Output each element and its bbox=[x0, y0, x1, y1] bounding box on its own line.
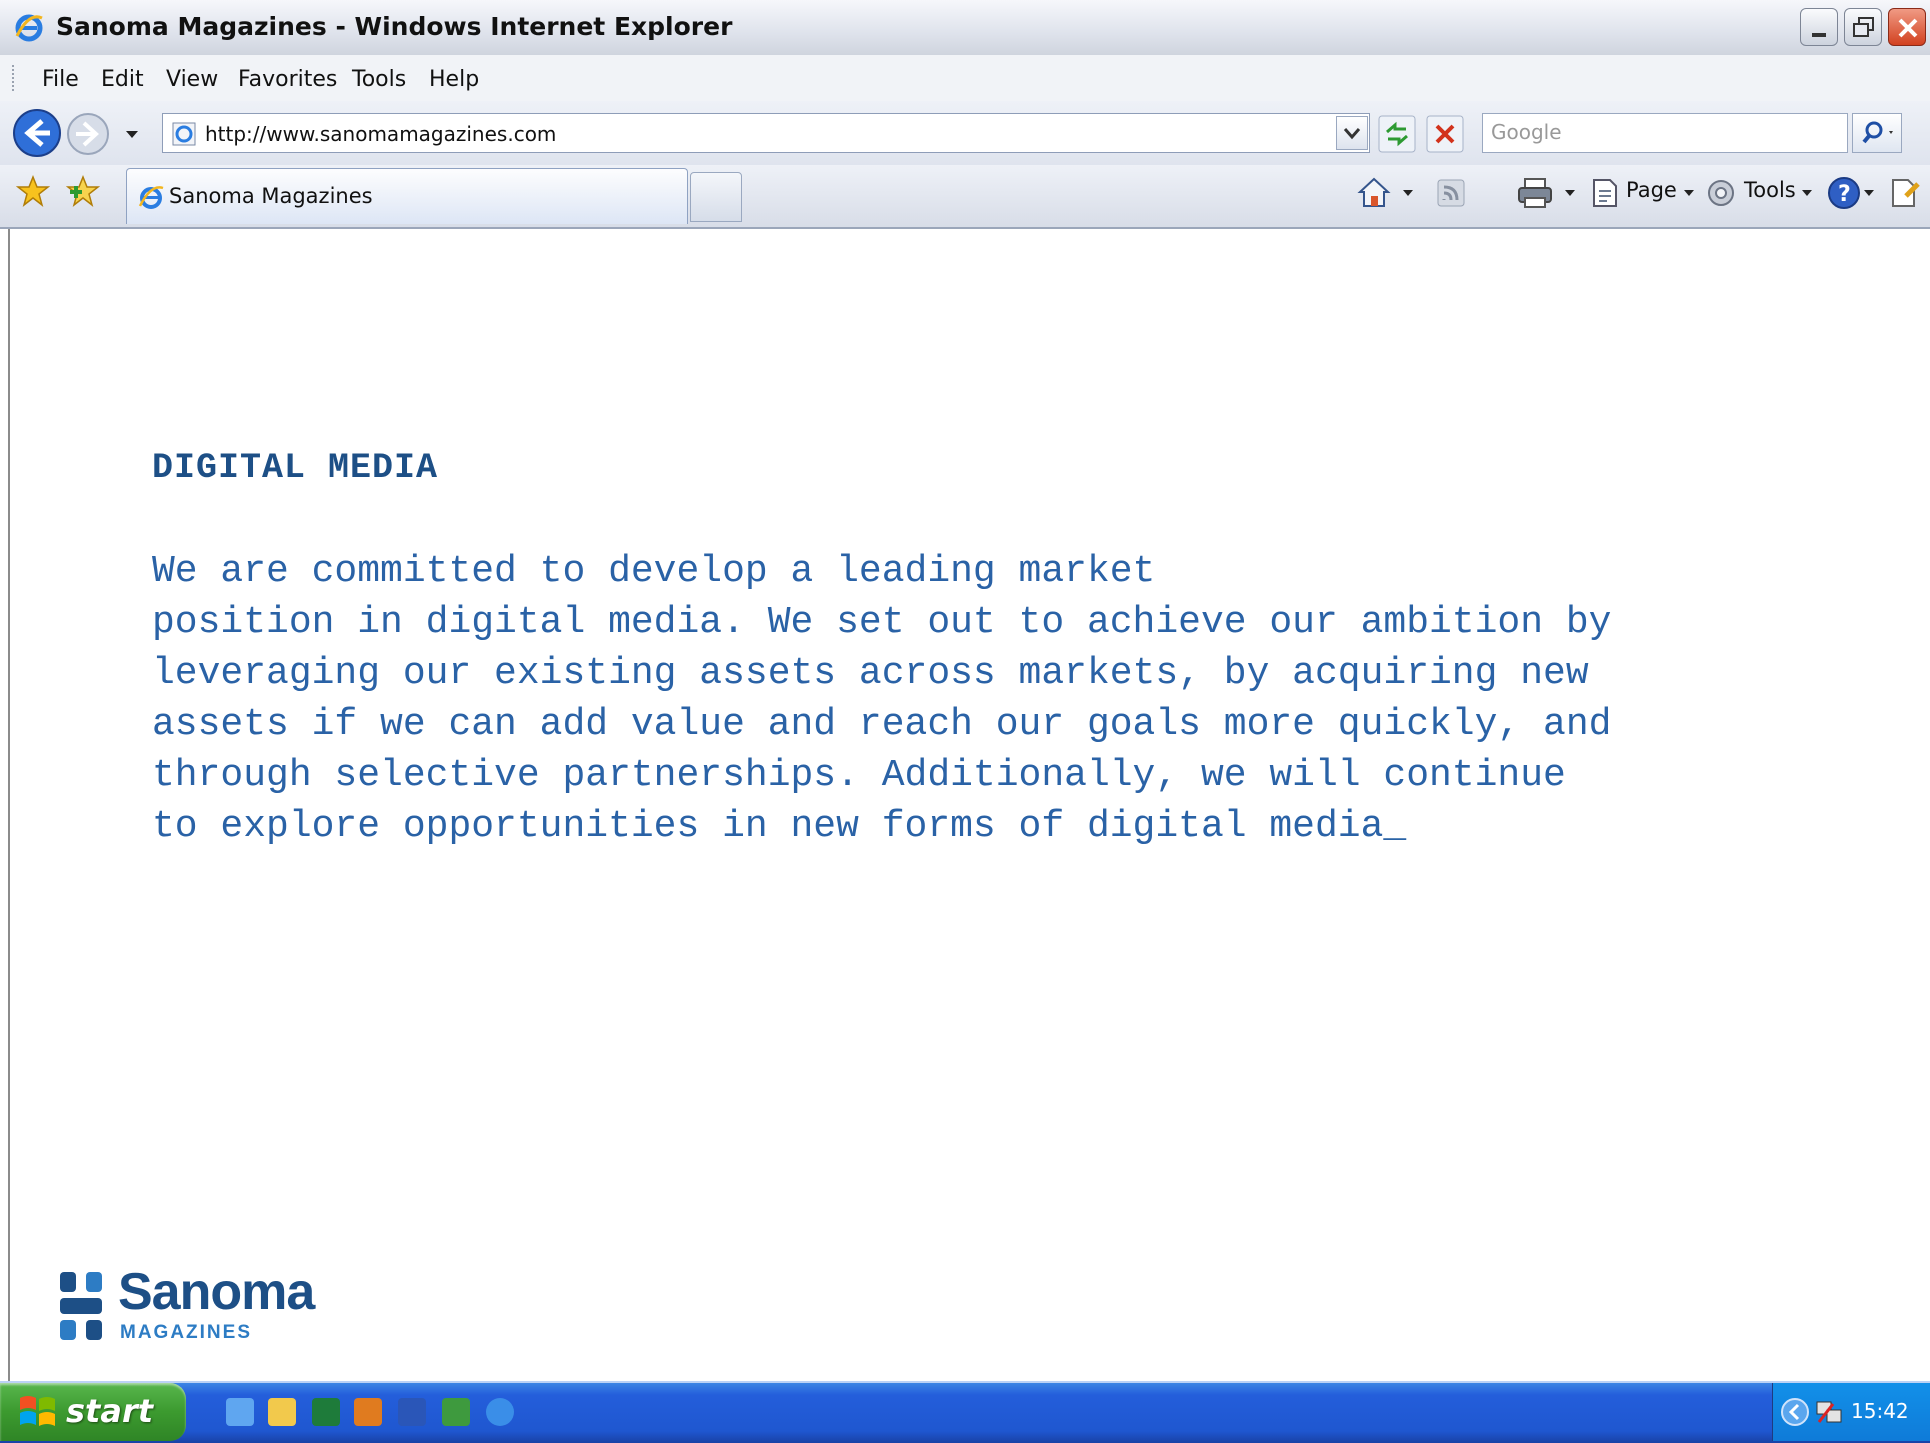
refresh-button[interactable] bbox=[1378, 115, 1416, 153]
quick-launch-browser-icon[interactable] bbox=[486, 1398, 514, 1426]
taskbar-clock: 15:42 bbox=[1851, 1399, 1909, 1423]
search-button[interactable] bbox=[1852, 113, 1902, 153]
page-menu-button[interactable]: Page bbox=[1626, 178, 1677, 202]
star-icon bbox=[16, 174, 50, 207]
add-to-favorites-button[interactable] bbox=[66, 174, 100, 208]
search-input[interactable] bbox=[1483, 114, 1831, 150]
quick-launch-ie-icon[interactable] bbox=[226, 1398, 254, 1426]
window-title: Sanoma Magazines - Windows Internet Expl… bbox=[56, 12, 733, 41]
menu-view[interactable]: View bbox=[166, 67, 218, 92]
stop-button[interactable] bbox=[1426, 115, 1464, 153]
help-dropdown[interactable] bbox=[1864, 190, 1874, 196]
gear-icon bbox=[1708, 180, 1734, 206]
title-bar: Sanoma Magazines - Windows Internet Expl… bbox=[0, 0, 1930, 56]
feeds-button[interactable] bbox=[1436, 178, 1466, 208]
favorites-center-button[interactable] bbox=[16, 174, 50, 208]
page-menu-icon bbox=[1593, 179, 1617, 207]
menu-help[interactable]: Help bbox=[429, 67, 479, 92]
quick-launch-outlook-icon[interactable] bbox=[442, 1398, 470, 1426]
logo-subtitle: MAGAZINES bbox=[120, 1322, 252, 1343]
page-paragraph: We are committed to develop a leading ma… bbox=[152, 546, 1812, 852]
browser-window: Sanoma Magazines - Windows Internet Expl… bbox=[0, 0, 1930, 1443]
page-heading: DIGITAL MEDIA bbox=[152, 448, 439, 488]
print-dropdown[interactable] bbox=[1565, 190, 1575, 196]
search-icon bbox=[1862, 121, 1893, 144]
feed-icon bbox=[1437, 179, 1465, 207]
paragraph-line: leveraging our existing assets across ma… bbox=[152, 652, 1589, 695]
restore-icon bbox=[1853, 17, 1874, 37]
forward-button[interactable] bbox=[66, 112, 110, 156]
help-button[interactable]: ? bbox=[1826, 175, 1862, 211]
svg-text:?: ? bbox=[1838, 182, 1851, 207]
start-button[interactable]: start bbox=[0, 1383, 186, 1441]
tab-sanoma-magazines[interactable]: Sanoma Magazines bbox=[126, 168, 688, 224]
toolbar-grip bbox=[12, 65, 17, 91]
close-window-button[interactable] bbox=[1888, 8, 1926, 46]
home-dropdown[interactable] bbox=[1403, 190, 1413, 196]
system-tray: 15:42 bbox=[1772, 1383, 1930, 1441]
new-tab-button[interactable] bbox=[690, 172, 742, 222]
menu-favorites[interactable]: Favorites bbox=[238, 67, 337, 92]
page-icon bbox=[172, 122, 196, 146]
paragraph-line: We are committed to develop a leading ma… bbox=[152, 550, 1156, 593]
recent-pages-dropdown[interactable] bbox=[126, 131, 138, 138]
sanoma-logo-mark-icon bbox=[60, 1272, 102, 1340]
quick-launch-folder-icon[interactable] bbox=[268, 1398, 296, 1426]
paragraph-line: position in digital media. We set out to… bbox=[152, 601, 1612, 644]
research-button[interactable] bbox=[1888, 176, 1922, 210]
menu-tools[interactable]: Tools bbox=[352, 67, 406, 92]
home-button[interactable] bbox=[1356, 174, 1392, 210]
start-label: start bbox=[66, 1392, 154, 1430]
menu-edit[interactable]: Edit bbox=[101, 67, 144, 92]
show-hidden-icons-button[interactable] bbox=[1779, 1396, 1811, 1428]
tools-menu-button[interactable]: Tools bbox=[1744, 178, 1796, 202]
page-dropdown[interactable] bbox=[1684, 190, 1694, 196]
windows-logo-icon bbox=[20, 1396, 55, 1426]
paragraph-line: to explore opportunities in new forms of… bbox=[152, 805, 1407, 848]
quick-launch-excel-icon[interactable] bbox=[312, 1398, 340, 1426]
quick-launch-word-icon[interactable] bbox=[398, 1398, 426, 1426]
menu-bar: File Edit View Favorites Tools Help bbox=[0, 55, 1930, 102]
sanoma-logo[interactable]: Sanoma MAGAZINES bbox=[56, 1263, 316, 1348]
tools-dropdown[interactable] bbox=[1802, 190, 1812, 196]
minimize-button[interactable] bbox=[1800, 8, 1838, 46]
restore-button[interactable] bbox=[1844, 8, 1882, 46]
tab-label: Sanoma Magazines bbox=[169, 184, 373, 208]
address-input[interactable]: http://www.sanomamagazines.com bbox=[162, 113, 1370, 153]
quick-launch-powerpoint-icon[interactable] bbox=[354, 1398, 382, 1426]
back-button[interactable] bbox=[12, 108, 62, 158]
print-button[interactable] bbox=[1516, 176, 1554, 210]
internet-explorer-icon bbox=[15, 14, 43, 42]
menu-file[interactable]: File bbox=[42, 67, 79, 92]
network-tray-icon[interactable] bbox=[1813, 1396, 1845, 1428]
chevron-down-icon bbox=[1343, 128, 1361, 140]
close-icon bbox=[1898, 18, 1918, 38]
address-dropdown-button[interactable] bbox=[1336, 116, 1368, 150]
paragraph-line: assets if we can add value and reach our… bbox=[152, 703, 1612, 746]
search-box[interactable] bbox=[1482, 113, 1848, 153]
minimize-icon bbox=[1812, 33, 1826, 37]
logo-name: Sanoma bbox=[118, 1263, 315, 1321]
internet-explorer-icon bbox=[138, 186, 164, 209]
paragraph-line: through selective partnerships. Addition… bbox=[152, 754, 1566, 797]
address-url: http://www.sanomamagazines.com bbox=[205, 122, 557, 146]
